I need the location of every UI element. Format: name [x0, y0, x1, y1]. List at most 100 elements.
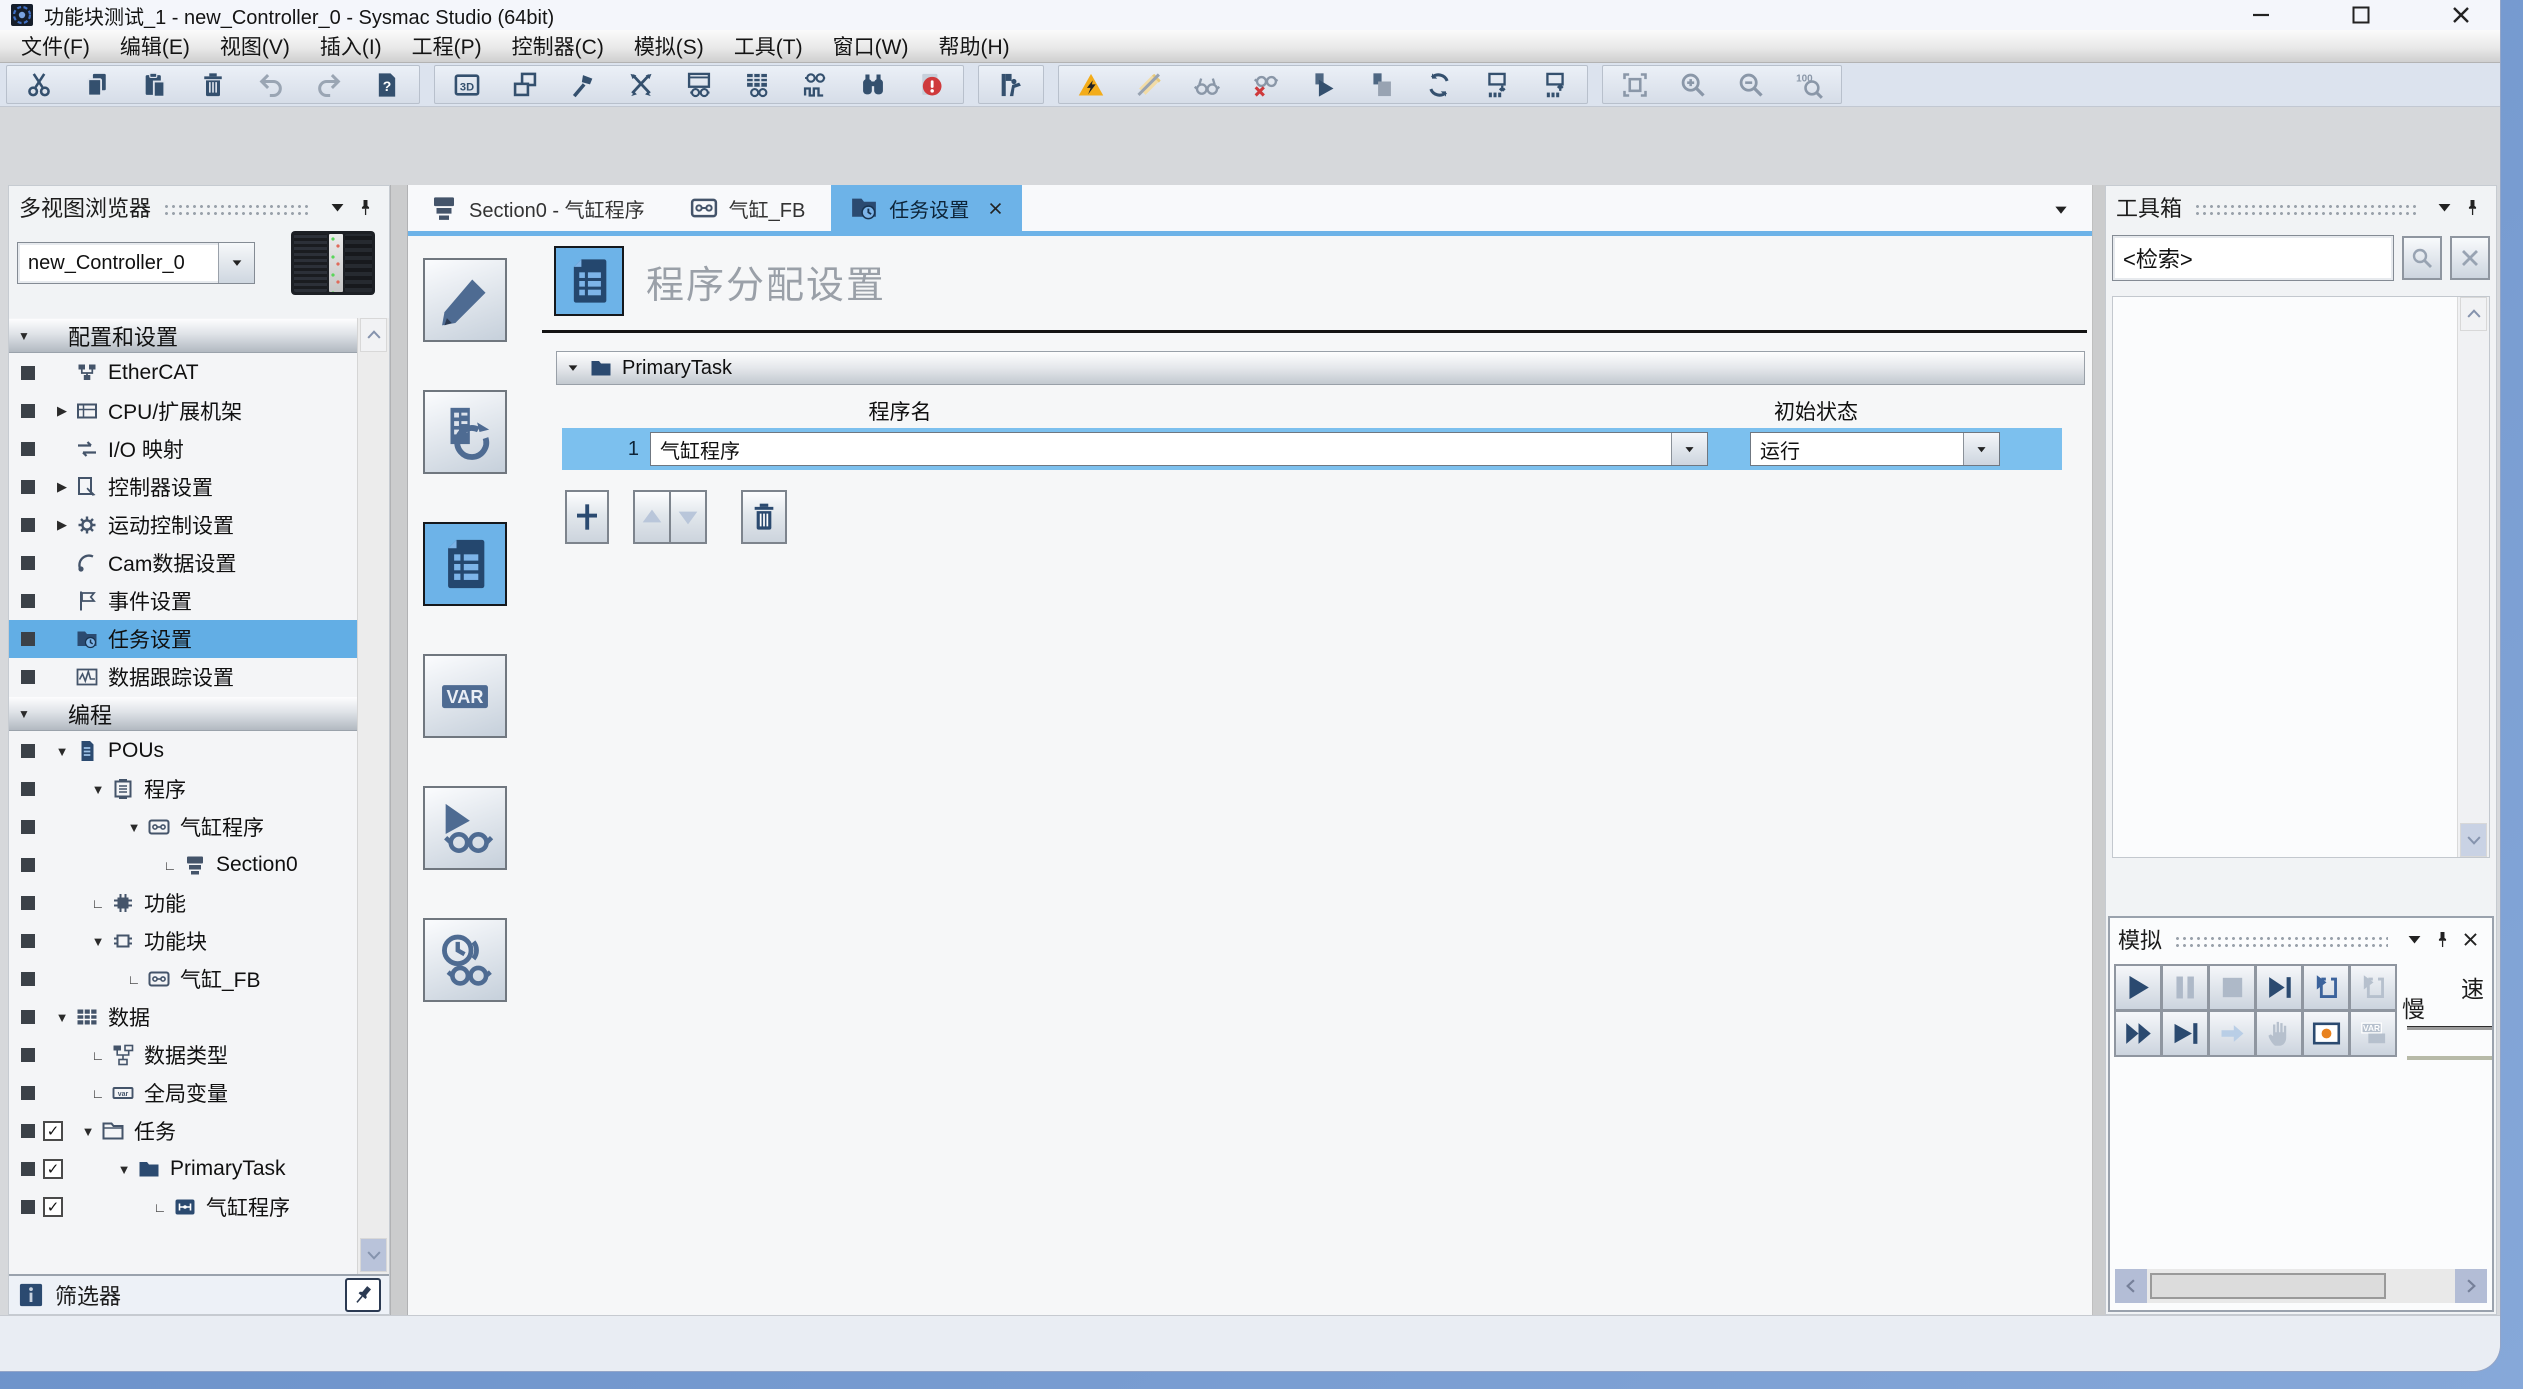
- program-row[interactable]: 1 气缸程序 运行: [562, 428, 2062, 470]
- toolbar-delete-button[interactable]: [185, 67, 241, 103]
- tree-item[interactable]: ✓ ▼ 任务: [9, 1112, 357, 1150]
- primary-task-group-header[interactable]: PrimaryTask: [556, 351, 2085, 385]
- tree-item[interactable]: ✓ ∟ 功能: [9, 884, 357, 922]
- toolbar-undo-button[interactable]: [243, 67, 299, 103]
- panel-menu-icon[interactable]: [2430, 193, 2458, 221]
- editor-program-assignment-button[interactable]: [423, 522, 507, 606]
- scroll-right-icon[interactable]: [2455, 1269, 2487, 1303]
- scroll-up-icon[interactable]: [360, 318, 387, 352]
- tree-item[interactable]: ✓ ∟ 气缸_FB: [9, 960, 357, 998]
- tree-item[interactable]: ✓ 数据跟踪设置: [9, 658, 357, 696]
- toolbar-program-mode-button[interactable]: [1353, 67, 1409, 103]
- menu-item[interactable]: 插入(I): [305, 30, 397, 62]
- toolbar-transfer-to-controller-button[interactable]: [1469, 67, 1525, 103]
- menu-item[interactable]: 工具(T): [719, 30, 818, 62]
- add-program-button[interactable]: [565, 490, 609, 544]
- tree-item[interactable]: ✓ ▶ 运动控制设置: [9, 506, 357, 544]
- tab-cylinder-fb[interactable]: 气缸_FB: [671, 185, 824, 231]
- sim-watch-variables-button[interactable]: VAR: [2349, 1010, 2397, 1057]
- expander-icon[interactable]: ∟: [149, 1200, 171, 1215]
- expander-icon[interactable]: ▶: [51, 517, 73, 533]
- sim-run-to-cursor-button[interactable]: [2161, 1010, 2209, 1057]
- tree-item[interactable]: ✓ ▶ CPU/扩展机架: [9, 392, 357, 430]
- expander-icon[interactable]: ∟: [87, 896, 109, 911]
- close-panel-icon[interactable]: [2456, 925, 2484, 953]
- sim-breakpoint-window-button[interactable]: [2302, 1010, 2350, 1057]
- speed-slider-track[interactable]: [2407, 1056, 2494, 1060]
- pin-icon[interactable]: [351, 193, 379, 221]
- task-checkbox[interactable]: ✓: [43, 1159, 63, 1179]
- tree-item[interactable]: ✓ ▼ PrimaryTask: [9, 1150, 357, 1188]
- toolbar-fit-view-button[interactable]: [1607, 67, 1663, 103]
- editor-program-monitor-button[interactable]: [423, 786, 507, 870]
- sim-run-button[interactable]: [2114, 964, 2162, 1011]
- expander-icon[interactable]: ▼: [15, 329, 33, 343]
- expander-icon[interactable]: ▼: [87, 934, 109, 949]
- sim-step-out-button[interactable]: [2208, 1010, 2256, 1057]
- search-button[interactable]: [2402, 236, 2442, 280]
- toolbar-synchronize-button[interactable]: [1411, 67, 1467, 103]
- search-input[interactable]: [2113, 236, 2421, 280]
- menu-item[interactable]: 编辑(E): [105, 30, 205, 62]
- tree-item[interactable]: ✓ ▼ POUs: [9, 732, 357, 770]
- toolbar-zoom-100-button[interactable]: 100: [1781, 67, 1837, 103]
- toolbar-data-trace-button[interactable]: [787, 67, 843, 103]
- filter-pin-button[interactable]: [345, 1278, 381, 1312]
- toolbar-warning-button[interactable]: [1063, 67, 1119, 103]
- menu-item[interactable]: 工程(P): [397, 30, 497, 62]
- simulation-hscrollbar[interactable]: [2115, 1269, 2487, 1303]
- sim-stop-button[interactable]: [2208, 964, 2256, 1011]
- menu-item[interactable]: 窗口(W): [818, 30, 924, 62]
- menu-item[interactable]: 帮助(H): [923, 30, 1024, 62]
- toolbar-watch-window-button[interactable]: [671, 67, 727, 103]
- toolbar-paste-button[interactable]: [127, 67, 183, 103]
- tree-item[interactable]: ✓ ▼ 数据: [9, 998, 357, 1036]
- toolbar-redo-button[interactable]: [301, 67, 357, 103]
- task-checkbox[interactable]: ✓: [43, 1121, 63, 1141]
- tree-item[interactable]: ✓ I/O 映射: [9, 430, 357, 468]
- speed-slider[interactable]: [2407, 1026, 2494, 1030]
- scroll-thumb[interactable]: [2150, 1273, 2386, 1299]
- toolbar-monitor-button[interactable]: [1179, 67, 1235, 103]
- menu-item[interactable]: 控制器(C): [497, 30, 619, 62]
- scroll-down-icon[interactable]: [2460, 823, 2487, 857]
- toolbar-check-program-button[interactable]: [983, 67, 1039, 103]
- toolbar-cut-button[interactable]: [11, 67, 67, 103]
- tree-item[interactable]: ✓ EtherCAT: [9, 354, 357, 392]
- scroll-down-icon[interactable]: [360, 1238, 387, 1272]
- expander-icon[interactable]: ▼: [123, 820, 145, 835]
- expander-icon[interactable]: ▶: [51, 479, 73, 495]
- tree-item[interactable]: ✓ ∟ Section0: [9, 846, 357, 884]
- toolbar-edit-mode-off-button[interactable]: [1121, 67, 1177, 103]
- panel-grip[interactable]: [163, 203, 311, 215]
- tab-close-icon[interactable]: [987, 200, 1004, 217]
- tree-item[interactable]: ✓ 任务设置: [9, 620, 357, 658]
- tree-item[interactable]: ✓ ▼ 程序: [9, 770, 357, 808]
- expander-icon[interactable]: ∟: [87, 1086, 109, 1101]
- editor-task-execution-monitor-button[interactable]: [423, 918, 507, 1002]
- tree-item[interactable]: ✓ ▼ 配置和设置: [9, 319, 357, 353]
- tree-item[interactable]: ✓ ▼ 气缸程序: [9, 808, 357, 846]
- panel-menu-icon[interactable]: [323, 193, 351, 221]
- tree-item[interactable]: ✓ ▼ 功能块: [9, 922, 357, 960]
- tree-item[interactable]: ✓ ∟ 气缸程序: [9, 1188, 357, 1226]
- move-down-button[interactable]: [669, 490, 707, 544]
- sim-step-over-button[interactable]: [2349, 964, 2397, 1011]
- toolbar-rebuild-all-button[interactable]: [613, 67, 669, 103]
- tree-item[interactable]: ✓ ∟ var 全局变量: [9, 1074, 357, 1112]
- explorer-scrollbar[interactable]: [357, 318, 389, 1274]
- pin-icon[interactable]: [2458, 193, 2486, 221]
- expander-icon[interactable]: ∟: [159, 858, 181, 873]
- toolbar-copy-button[interactable]: [69, 67, 125, 103]
- delete-program-button[interactable]: [741, 490, 787, 544]
- clear-search-button[interactable]: [2450, 236, 2490, 280]
- maximize-button[interactable]: [2348, 2, 2374, 28]
- sim-step-in-button[interactable]: [2302, 964, 2350, 1011]
- panel-grip[interactable]: [2194, 203, 2418, 215]
- collapse-icon[interactable]: [566, 361, 580, 375]
- tree-item[interactable]: ✓ ▼ 编程: [9, 697, 357, 731]
- menu-item[interactable]: 文件(F): [6, 30, 105, 62]
- sim-step-run-button[interactable]: [2255, 964, 2303, 1011]
- toolbar-run-mode-button[interactable]: [1295, 67, 1351, 103]
- expander-icon[interactable]: ∟: [87, 1048, 109, 1063]
